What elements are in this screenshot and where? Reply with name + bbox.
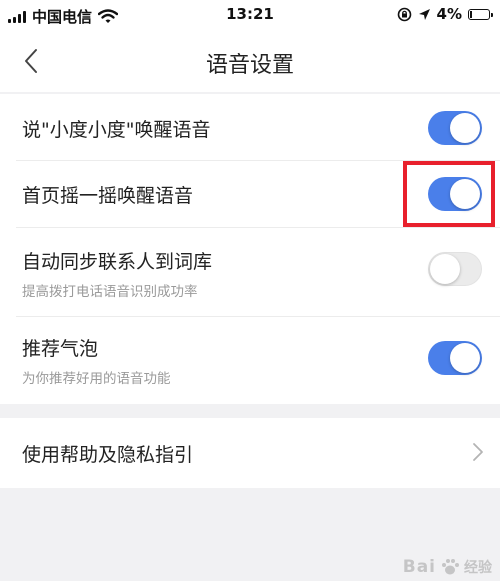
battery-percent: 4% <box>436 5 462 23</box>
watermark-text: Bai <box>402 557 436 577</box>
battery-fill <box>470 10 472 18</box>
highlight-box <box>403 161 495 227</box>
status-right: 4% <box>397 5 493 23</box>
paw-logo-icon <box>442 559 459 575</box>
battery-icon <box>468 8 493 20</box>
setting-row-sync-contacts: 自动同步联系人到词库 提高拨打电话语音识别成功率 <box>0 228 500 316</box>
toggle-knob <box>450 113 480 143</box>
setting-subtitle: 为你推荐好用的语音功能 <box>22 371 171 387</box>
help-group: 使用帮助及隐私指引 <box>0 418 500 488</box>
setting-label: 说"小度小度"唤醒语音 <box>22 119 211 141</box>
setting-label: 自动同步联系人到词库 <box>22 251 213 273</box>
help-link-label: 使用帮助及隐私指引 <box>22 444 194 466</box>
status-bar: 中国电信 13:21 4% <box>0 0 500 30</box>
watermark-suffix: 经验 <box>464 560 492 576</box>
wake-word-toggle[interactable] <box>428 111 482 145</box>
rotation-lock-icon <box>397 7 411 21</box>
baidu-watermark: Bai 经验 <box>403 557 492 577</box>
bubbles-toggle[interactable] <box>428 341 482 375</box>
nav-bar: 语音设置 <box>0 30 500 92</box>
setting-row-bubbles: 推荐气泡 为你推荐好用的语音功能 <box>0 317 500 404</box>
toggle-knob <box>450 343 480 373</box>
setting-row-wake-word: 说"小度小度"唤醒语音 <box>0 94 500 160</box>
location-icon <box>418 8 430 20</box>
setting-subtitle: 提高拨打电话语音识别成功率 <box>22 284 198 300</box>
help-link-row[interactable]: 使用帮助及隐私指引 <box>0 418 500 488</box>
chevron-right-icon <box>473 443 483 461</box>
settings-group: 说"小度小度"唤醒语音 首页摇一摇唤醒语音 自动同步联系人到词库 提高拨打电话语… <box>0 94 500 404</box>
sync-contacts-toggle[interactable] <box>428 252 482 286</box>
page-title: 语音设置 <box>205 53 294 78</box>
setting-label: 推荐气泡 <box>22 338 99 360</box>
setting-label: 首页摇一摇唤醒语音 <box>22 185 194 207</box>
toggle-knob <box>430 254 460 284</box>
